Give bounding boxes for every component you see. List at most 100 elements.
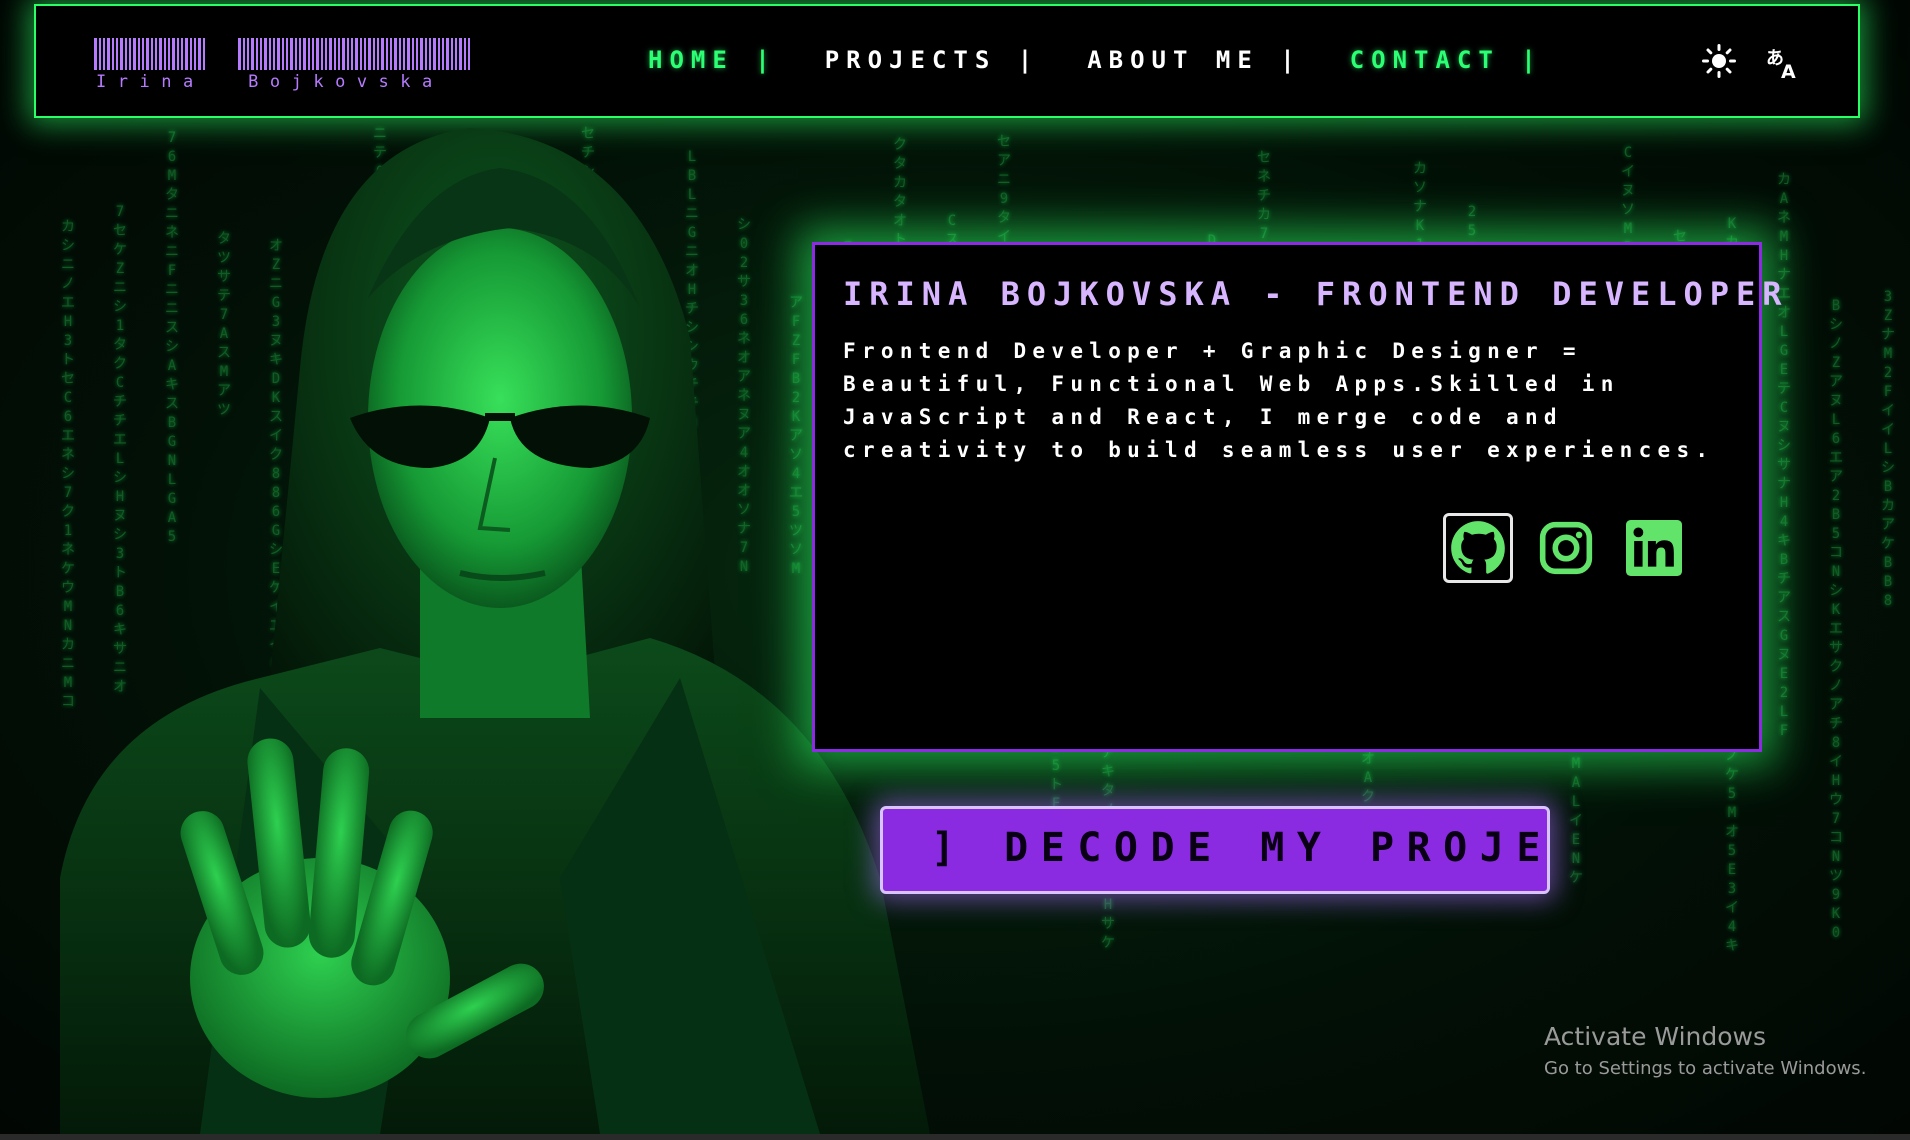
barcode-bar — [251, 38, 254, 70]
barcode-bar — [260, 38, 262, 70]
intro-description: Frontend Developer + Graphic Designer = … — [843, 339, 1715, 462]
barcode-bar — [120, 38, 123, 70]
intro-card: IRINA BOJKOVSKA - FRONTEND DEVELOPER Fro… — [812, 242, 1782, 752]
translate-icon[interactable]: あ A — [1764, 44, 1802, 83]
barcode-bar — [185, 38, 188, 70]
barcode-bar — [181, 38, 183, 70]
intro-title: IRINA BOJKOVSKA - FRONTEND DEVELOPER — [843, 275, 1789, 313]
matrix-rain-column: カ A ネ M H ナ エ オ L G E テ C ヌ シ サ ナ H 4 キ … — [1777, 172, 1791, 739]
barcode-bar — [468, 38, 470, 70]
barcode-bar — [116, 38, 118, 70]
barcode-bar — [190, 38, 192, 70]
github-icon[interactable] — [1443, 513, 1513, 583]
decode-projects-button[interactable]: ] DECODE MY PROJECTS — [880, 806, 1550, 894]
logo[interactable]: Irina Bojkovska — [88, 32, 470, 92]
barcode-bar — [264, 38, 267, 70]
barcode-bar — [290, 38, 293, 70]
navbar: Irina Bojkovska HOME | PROJECTS | ABOUT … — [34, 4, 1860, 118]
barcode-bar — [129, 38, 131, 70]
nav-about[interactable]: ABOUT ME | — [1087, 46, 1302, 74]
barcode-right — [238, 38, 470, 70]
barcode-bar — [303, 38, 306, 70]
barcode-bar — [373, 38, 375, 70]
barcode-bar — [198, 38, 201, 70]
barcode-bar — [308, 38, 310, 70]
activate-windows-title: Activate Windows — [1544, 1022, 1766, 1051]
barcode-bar — [295, 38, 297, 70]
nav-home[interactable]: HOME | — [648, 46, 777, 74]
barcode-bar — [446, 38, 449, 70]
barcode-bar — [464, 38, 466, 70]
barcode-bar — [416, 38, 418, 70]
barcode-bar — [312, 38, 314, 70]
barcode-bar — [194, 38, 196, 70]
barcode-bar — [442, 38, 444, 70]
barcode-bar — [286, 38, 288, 70]
barcode-bar — [133, 38, 136, 70]
barcode-bar — [164, 38, 166, 70]
barcode-bar — [146, 38, 149, 70]
barcode-bar — [172, 38, 175, 70]
barcode-bar — [412, 38, 414, 70]
matrix-rain-column: B シ ノ Z ア ヌ L 6 エ ア 2 B 5 コ N シ K エ サ ク … — [1829, 298, 1843, 941]
barcode-bar — [390, 38, 392, 70]
activate-windows-subtitle: Go to Settings to activate Windows. — [1544, 1058, 1867, 1079]
barcode-bar — [107, 38, 110, 70]
barcode-bar — [238, 38, 241, 70]
barcode-bar — [368, 38, 371, 70]
barcode-bar — [394, 38, 397, 70]
barcode-bar — [407, 38, 410, 70]
barcode-bar — [155, 38, 157, 70]
barcode-left — [94, 38, 205, 70]
barcode-bar — [103, 38, 105, 70]
barcode-bar — [360, 38, 362, 70]
barcode-bar — [459, 38, 462, 70]
linkedin-icon[interactable] — [1619, 513, 1689, 583]
barcode-bar — [329, 38, 332, 70]
barcode-bar — [94, 38, 97, 70]
barcode-bar — [177, 38, 179, 70]
barcode-bar — [399, 38, 401, 70]
barcode-bar — [247, 38, 249, 70]
barcode-bar — [273, 38, 275, 70]
barcode-bar — [429, 38, 431, 70]
barcode-bar — [142, 38, 144, 70]
barcode-bar — [282, 38, 284, 70]
instagram-icon[interactable] — [1531, 513, 1601, 583]
barcode-bar — [138, 38, 140, 70]
barcode-bar — [277, 38, 280, 70]
barcode-bar — [386, 38, 388, 70]
barcode-bar — [168, 38, 170, 70]
logo-text: Irina Bojkovska — [96, 72, 444, 92]
bottom-frame — [0, 1134, 1910, 1140]
nav-contact[interactable]: CONTACT | — [1350, 46, 1543, 74]
barcode-bar — [355, 38, 358, 70]
barcode-bar — [438, 38, 440, 70]
barcode-bar — [425, 38, 427, 70]
barcode-bar — [433, 38, 436, 70]
barcode-bar — [455, 38, 457, 70]
barcode-bar — [351, 38, 353, 70]
barcode-bar — [381, 38, 384, 70]
decode-projects-label: ] DECODE MY PROJECTS — [931, 825, 1550, 871]
barcode-bar — [403, 38, 405, 70]
barcode-bar — [256, 38, 258, 70]
barcode-bar — [364, 38, 366, 70]
barcode-bar — [420, 38, 423, 70]
barcode-bar — [347, 38, 349, 70]
barcode-bar — [159, 38, 162, 70]
barcode-bar — [125, 38, 127, 70]
svg-text:A: A — [1781, 61, 1796, 82]
barcode-bar — [299, 38, 301, 70]
barcode-bar — [321, 38, 323, 70]
barcode-bar — [338, 38, 340, 70]
nav-projects[interactable]: PROJECTS | — [825, 46, 1040, 74]
sun-icon[interactable] — [1702, 44, 1736, 78]
barcode-bar — [243, 38, 245, 70]
barcode-bar — [451, 38, 453, 70]
matrix-rain-column: 3 Z ナ M 2 F イ イ L シ B カ ア ケ B B 8 — [1881, 289, 1895, 609]
barcode-bar — [316, 38, 319, 70]
barcode-bar — [377, 38, 379, 70]
nav-links: HOME | PROJECTS | ABOUT ME | CONTACT | — [648, 46, 1591, 74]
barcode-bar — [99, 38, 101, 70]
